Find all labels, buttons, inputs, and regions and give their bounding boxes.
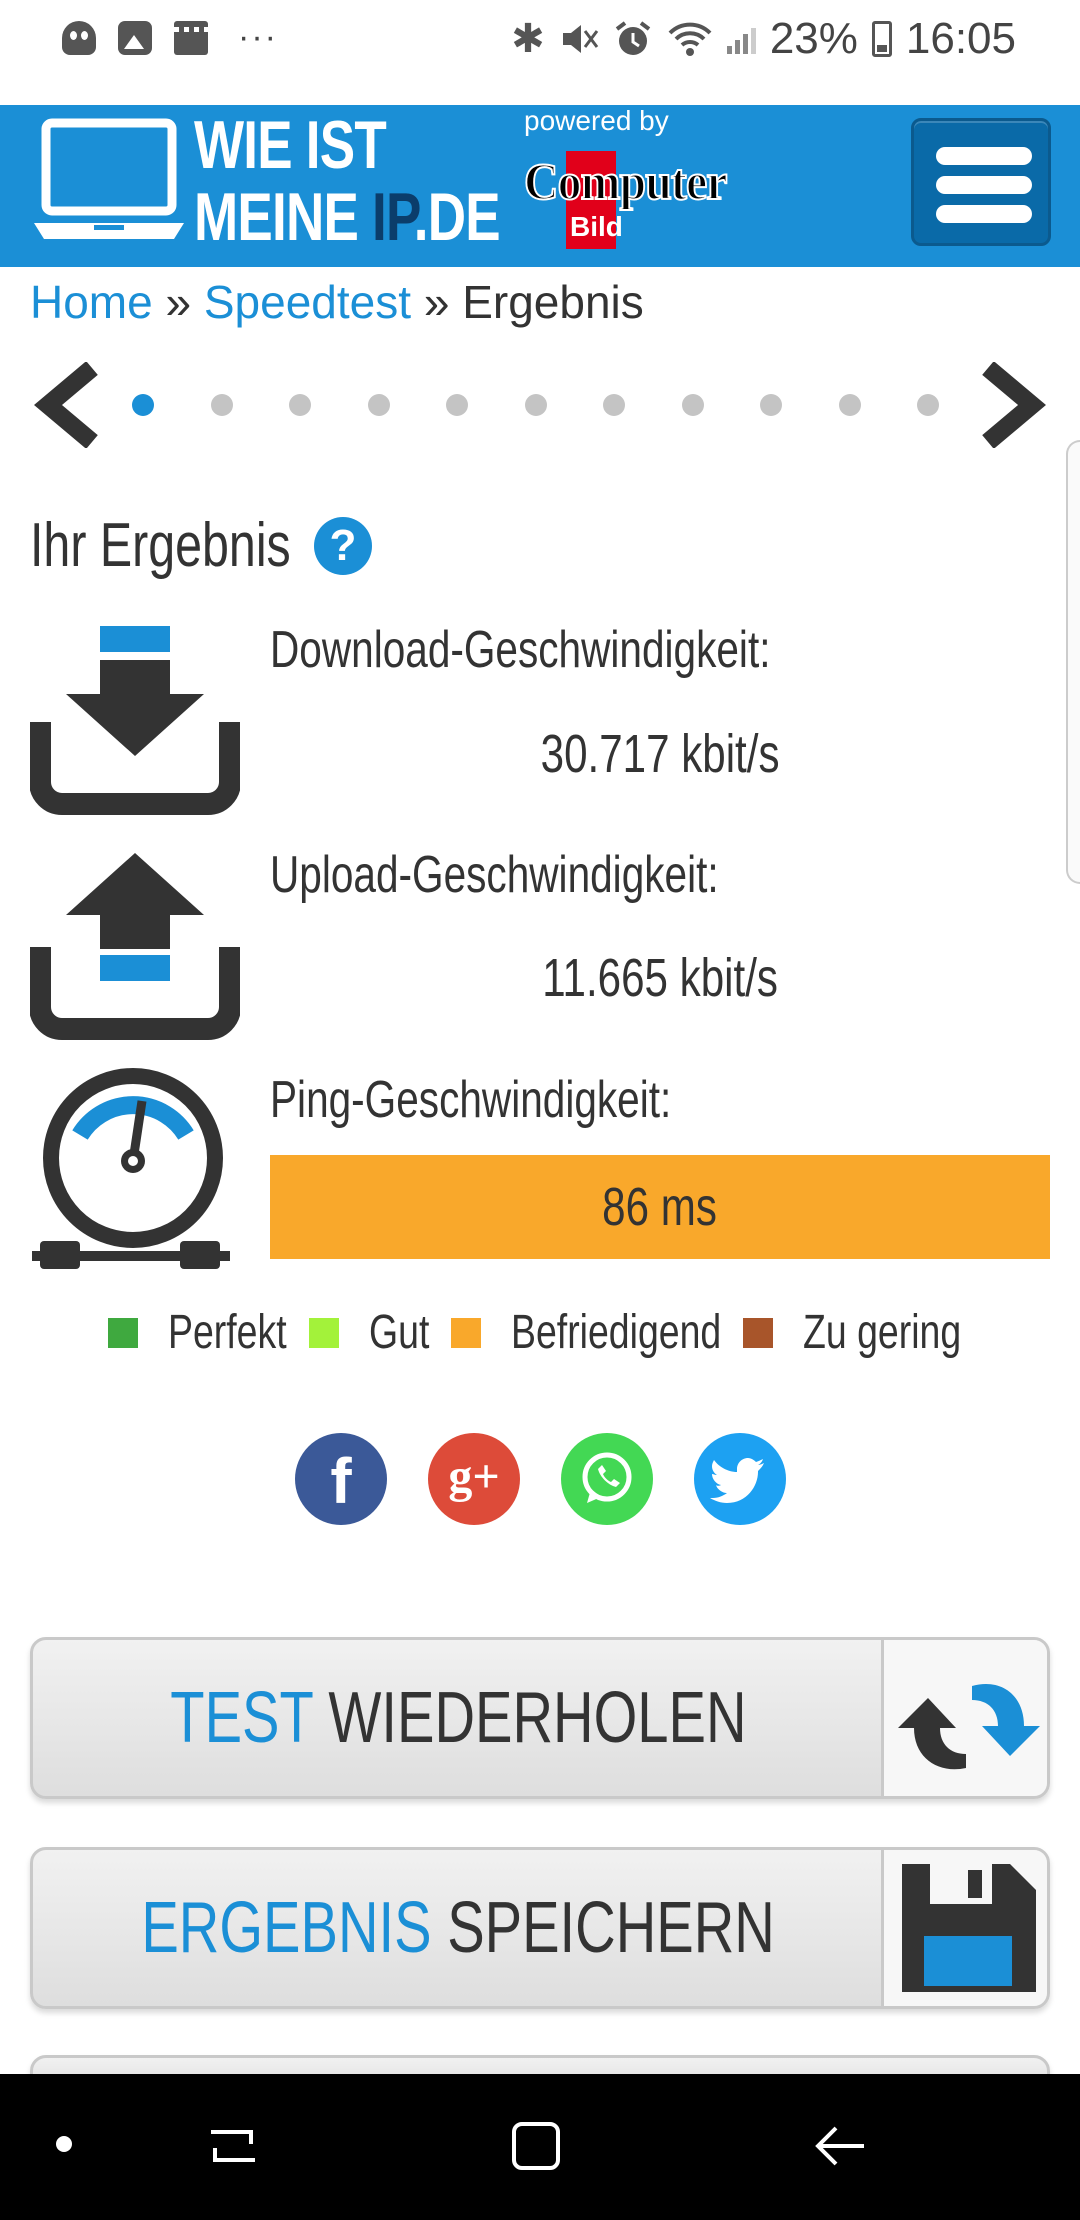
clock: 16:05 xyxy=(905,14,1016,63)
carousel-dot[interactable] xyxy=(838,394,861,416)
carousel-dot[interactable] xyxy=(289,394,311,416)
facebook-share-button[interactable]: f xyxy=(295,1433,387,1525)
floppy-disk-icon xyxy=(902,1864,1036,1992)
chevron-left-icon[interactable] xyxy=(34,362,104,448)
back-icon[interactable] xyxy=(812,2118,868,2174)
android-nav-bar xyxy=(0,2074,1080,2220)
logo-line-2: MEINE IP.DE xyxy=(194,179,501,255)
ping-rating-bar: 86 ms xyxy=(270,1155,1050,1259)
breadcrumb-separator: » xyxy=(165,276,192,328)
chevron-right-icon[interactable] xyxy=(976,362,1046,448)
upload-value: 11.665 kbit/s xyxy=(542,948,778,1008)
save-icon-cell xyxy=(881,1850,1047,2006)
legend-swatch xyxy=(451,1317,482,1348)
breadcrumb-separator: » xyxy=(423,276,450,328)
legend-item: Befriedigend xyxy=(451,1305,722,1360)
legend-item: Perfekt xyxy=(108,1305,287,1360)
repeat-test-button[interactable]: TEST WIEDERHOLEN xyxy=(30,1637,1050,1799)
legend-label: Befriedigend xyxy=(511,1306,722,1359)
bluetooth-icon: ✱ xyxy=(511,17,545,61)
carousel-dots xyxy=(132,394,939,416)
rating-legend: Perfekt Gut Befriedigend Zu gering xyxy=(108,1305,983,1360)
download-value: 30.717 kbit/s xyxy=(540,724,780,784)
download-label: Download-Geschwindigkeit: xyxy=(270,621,771,679)
legend-label: Perfekt xyxy=(168,1306,287,1359)
nav-dot-icon xyxy=(56,2136,72,2152)
carousel xyxy=(30,360,1050,450)
system-icons: ✱ 23% 16:05 xyxy=(511,14,1016,64)
upload-label: Upload-Geschwindigkeit: xyxy=(270,846,719,904)
computer-bild-word: Computer xyxy=(523,153,728,212)
save-result-button[interactable]: ERGEBNIS SPEICHERN xyxy=(30,1847,1050,2009)
mute-icon xyxy=(562,25,599,53)
download-icon xyxy=(30,626,240,815)
ping-gauge-icon xyxy=(32,1068,230,1269)
legend-label: Gut xyxy=(368,1306,430,1359)
help-icon[interactable]: ? xyxy=(314,517,372,575)
carousel-dot[interactable] xyxy=(210,394,233,416)
logo-line-1: WIE IST xyxy=(194,107,387,183)
battery-percent: 23% xyxy=(769,14,858,63)
whatsapp-icon xyxy=(582,1452,632,1503)
battery-icon xyxy=(871,21,892,57)
notification-icons: ··· xyxy=(62,18,278,57)
carousel-dot[interactable] xyxy=(132,394,154,416)
twitter-icon xyxy=(710,1458,764,1503)
powered-by-label: powered by xyxy=(524,105,669,136)
video-icon xyxy=(174,20,208,55)
repeat-icon-cell xyxy=(881,1640,1047,1796)
computer-bild-logo[interactable]: Computer Bild xyxy=(523,147,764,253)
home-icon[interactable] xyxy=(508,2118,564,2174)
site-logo[interactable]: WIE IST MEINE IP.DE xyxy=(194,107,501,255)
recent-apps-icon[interactable] xyxy=(205,2118,261,2174)
side-scroll-handle[interactable] xyxy=(1066,440,1080,884)
breadcrumb: Home » Speedtest » Ergebnis xyxy=(30,275,644,329)
carousel-dot[interactable] xyxy=(760,394,782,416)
signal-icon xyxy=(726,24,756,54)
ghost-app-icon xyxy=(62,20,96,55)
more-notifications-icon: ··· xyxy=(238,18,278,56)
legend-swatch xyxy=(743,1317,774,1348)
save-result-label: ERGEBNIS SPEICHERN xyxy=(141,1888,775,1968)
computer-bild-sub: Bild xyxy=(570,211,623,242)
repeat-test-label: TEST WIEDERHOLEN xyxy=(169,1678,747,1758)
legend-label: Zu gering xyxy=(803,1306,962,1359)
carousel-dot[interactable] xyxy=(681,394,704,416)
carousel-dot[interactable] xyxy=(367,394,390,416)
alarm-icon xyxy=(615,21,651,55)
twitter-share-button[interactable] xyxy=(694,1433,786,1525)
breadcrumb-speedtest-link[interactable]: Speedtest xyxy=(204,276,411,328)
legend-swatch xyxy=(108,1317,138,1348)
legend-item: Zu gering xyxy=(743,1305,961,1360)
breadcrumb-current: Ergebnis xyxy=(462,276,644,328)
whatsapp-share-button[interactable] xyxy=(561,1433,653,1525)
ping-label: Ping-Geschwindigkeit: xyxy=(270,1071,672,1129)
laptop-logo-icon[interactable] xyxy=(32,117,186,247)
carousel-dot[interactable] xyxy=(603,394,625,416)
refresh-icon xyxy=(898,1683,1040,1770)
legend-item: Gut xyxy=(308,1305,430,1360)
upload-icon xyxy=(30,853,240,1040)
legend-swatch xyxy=(308,1317,339,1348)
status-bar: ··· ✱ 23% 16:05 xyxy=(0,0,1080,105)
googleplus-share-button[interactable]: g+ xyxy=(428,1433,520,1525)
breadcrumb-home-link[interactable]: Home xyxy=(30,276,153,328)
site-header: WIE IST MEINE IP.DE powered by Computer … xyxy=(0,105,1080,267)
carousel-dot[interactable] xyxy=(524,394,547,416)
wifi-icon xyxy=(668,22,712,56)
carousel-dot[interactable] xyxy=(917,394,939,416)
gallery-icon xyxy=(118,20,152,55)
carousel-dot[interactable] xyxy=(446,394,468,416)
hamburger-menu-button[interactable] xyxy=(911,118,1051,246)
